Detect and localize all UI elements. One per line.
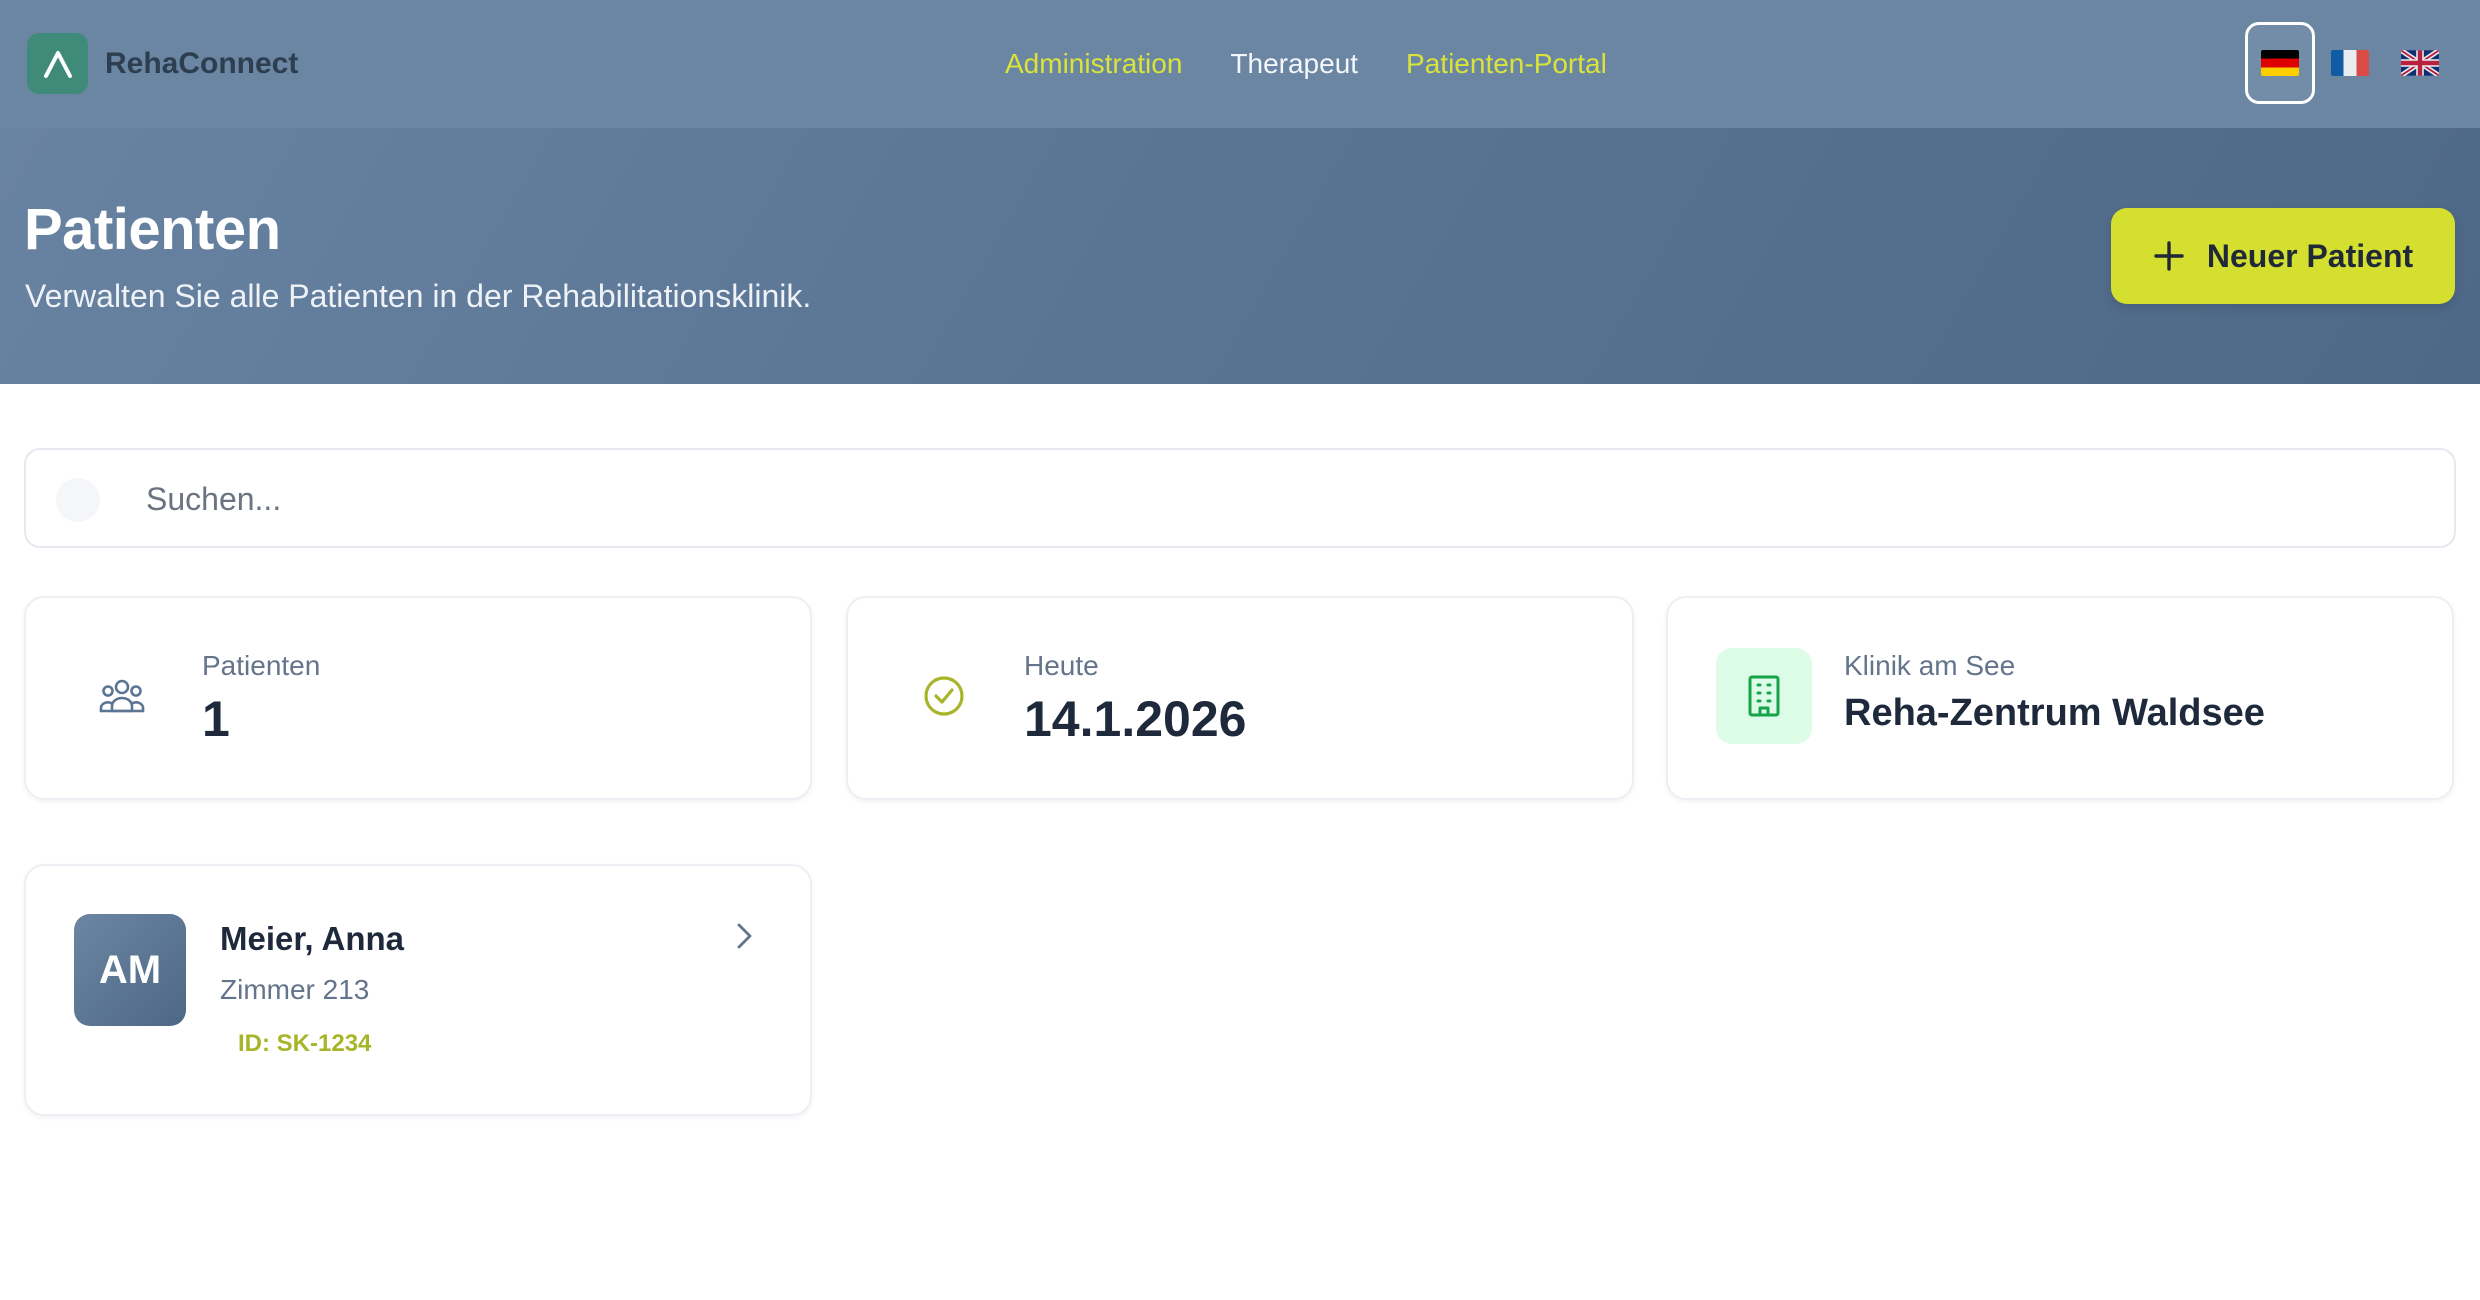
search-input[interactable]	[146, 470, 2426, 528]
chevron-right-icon[interactable]	[732, 920, 756, 952]
page-subtitle: Verwalten Sie alle Patienten in der Reha…	[25, 278, 812, 314]
patient-room: Zimmer 213	[220, 974, 370, 1005]
brand-name: RehaConnect	[105, 46, 299, 80]
brand[interactable]: RehaConnect	[27, 33, 298, 94]
main-nav: Administration Therapeut Patienten-Porta…	[1005, 0, 1607, 128]
stat-value: Reha-Zentrum Waldsee	[1844, 692, 2265, 734]
language-switcher	[2245, 22, 2455, 104]
german-flag-icon	[2261, 50, 2299, 76]
nav-administration[interactable]: Administration	[1005, 48, 1182, 80]
stat-label: Patienten	[202, 650, 321, 681]
page-title: Patienten	[24, 197, 281, 262]
nav-patienten-portal[interactable]: Patienten-Portal	[1406, 48, 1607, 80]
stat-card-clinic: Klinik am See Reha-Zentrum Waldsee	[1666, 596, 2454, 800]
patient-card[interactable]: AM Meier, Anna Zimmer 213 ID: SK-1234	[24, 864, 812, 1116]
stat-label: Klinik am See	[1844, 650, 2016, 681]
new-patient-label: Neuer Patient	[2206, 237, 2414, 274]
avatar: AM	[74, 914, 186, 1026]
uk-flag-icon	[2401, 50, 2439, 76]
stat-value: 1	[202, 691, 230, 747]
check-circle-icon	[896, 648, 992, 744]
patient-name: Meier, Anna	[220, 920, 404, 957]
nav-therapeut[interactable]: Therapeut	[1230, 48, 1358, 80]
search-icon	[56, 478, 100, 522]
stat-value: 14.1.2026	[1024, 691, 1247, 747]
french-flag-icon	[2331, 50, 2369, 76]
patient-id: ID: SK-1234	[238, 1030, 372, 1057]
lang-en-button[interactable]	[2385, 22, 2455, 104]
top-navbar: RehaConnect Administration Therapeut Pat…	[0, 0, 2480, 128]
plus-icon	[2154, 241, 2184, 271]
lang-de-button[interactable]	[2245, 22, 2315, 104]
stat-label: Heute	[1024, 650, 1099, 681]
building-icon	[1716, 648, 1812, 744]
logo-icon	[27, 33, 88, 94]
lang-fr-button[interactable]	[2315, 22, 2385, 104]
users-icon	[74, 648, 170, 744]
page-header: Patienten Verwalten Sie alle Patienten i…	[0, 128, 2480, 384]
new-patient-button[interactable]: Neuer Patient	[2111, 208, 2455, 304]
search-bar	[24, 448, 2456, 548]
stat-card-today: Heute 14.1.2026	[846, 596, 1634, 800]
stat-card-patients: Patienten 1	[24, 596, 812, 800]
